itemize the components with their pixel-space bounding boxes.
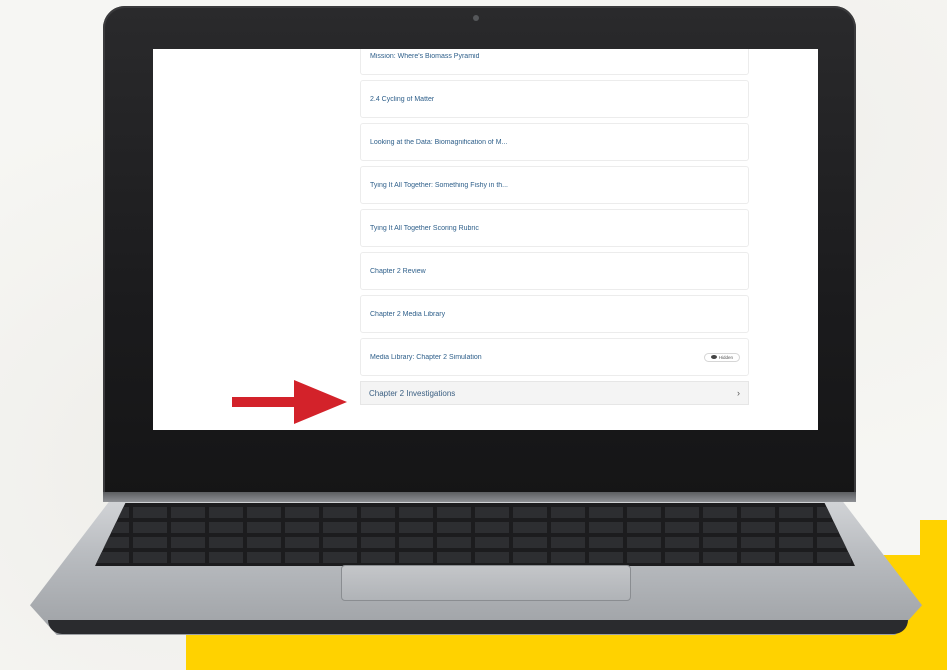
visibility-badge-label: Hidden xyxy=(718,354,733,360)
trackpad xyxy=(341,565,631,601)
lesson-item[interactable]: Chapter 2 Media Library xyxy=(360,295,749,333)
section-row-investigations[interactable]: Chapter 2 Investigations › xyxy=(360,381,749,405)
webcam xyxy=(473,15,479,21)
lesson-item-label: Tying It All Together: Something Fishy i… xyxy=(370,181,508,189)
lesson-item-label: Chapter 2 Review xyxy=(370,267,426,275)
lesson-item[interactable]: Chapter 2 Review xyxy=(360,252,749,290)
visibility-badge[interactable]: Hidden xyxy=(703,352,740,362)
keyboard xyxy=(95,503,855,566)
lesson-item[interactable]: Tying It All Together Scoring Rubric xyxy=(360,209,749,247)
lesson-item-label: Mission: Where's Biomass Pyramid xyxy=(370,52,480,60)
lesson-item[interactable]: Media Library: Chapter 2 Simulation Hidd… xyxy=(360,338,749,376)
lesson-item[interactable]: Looking at the Data: Biomagnification of… xyxy=(360,123,749,161)
eye-icon xyxy=(710,355,717,359)
lesson-item[interactable]: Mission: Where's Biomass Pyramid xyxy=(360,49,749,75)
lesson-list: Mission: Where's Biomass Pyramid 2.4 Cyc… xyxy=(360,49,749,405)
lesson-item-label: Media Library: Chapter 2 Simulation xyxy=(370,353,482,361)
lesson-item[interactable]: 2.4 Cycling of Matter xyxy=(360,80,749,118)
laptop-base-edge xyxy=(48,620,908,634)
chevron-right-icon: › xyxy=(737,388,740,398)
laptop-screen: Mission: Where's Biomass Pyramid 2.4 Cyc… xyxy=(153,49,818,430)
lesson-item-label: Chapter 2 Media Library xyxy=(370,310,446,318)
lesson-item-label: Looking at the Data: Biomagnification of… xyxy=(370,138,508,146)
lesson-item-label: 2.4 Cycling of Matter xyxy=(370,95,435,103)
red-arrow-icon xyxy=(232,380,347,424)
lesson-item-label: Tying It All Together Scoring Rubric xyxy=(370,224,479,232)
lesson-item[interactable]: Tying It All Together: Something Fishy i… xyxy=(360,166,749,204)
laptop-hinge xyxy=(103,492,856,502)
section-label: Chapter 2 Investigations xyxy=(369,388,456,398)
